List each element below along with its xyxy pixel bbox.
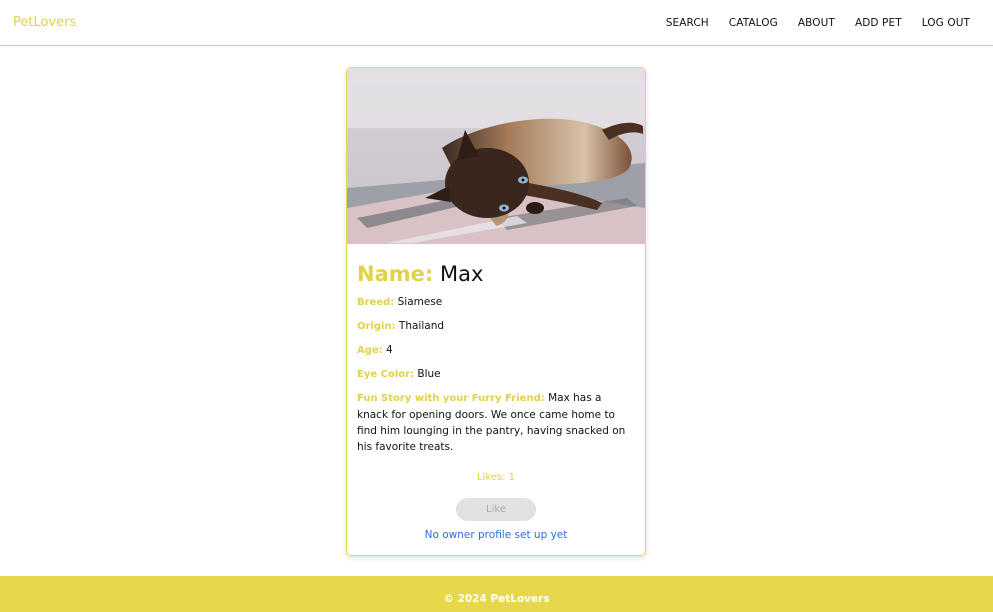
nav-search-link[interactable]: SEARCH bbox=[666, 17, 709, 29]
name-value: Max bbox=[439, 262, 484, 286]
fun-story-field: Fun Story with your Furry Friend: Max ha… bbox=[357, 390, 635, 455]
age-field: Age: 4 bbox=[357, 342, 635, 359]
eye-color-label: Eye Color: bbox=[357, 369, 415, 380]
breed-label: Breed: bbox=[357, 297, 395, 308]
cat-photo-image bbox=[347, 68, 645, 243]
brand-logo[interactable]: PetLovers bbox=[13, 15, 76, 30]
fun-story-label: Fun Story with your Furry Friend: bbox=[357, 393, 545, 404]
pet-card: Name: Max Breed: Siamese Origin: Thailan… bbox=[346, 67, 646, 556]
breed-value: Siamese bbox=[397, 296, 443, 308]
pet-photo bbox=[347, 68, 645, 244]
like-button[interactable]: Like bbox=[456, 498, 536, 521]
age-label: Age: bbox=[357, 345, 383, 356]
nav-logout-link[interactable]: LOG OUT bbox=[922, 17, 970, 29]
origin-label: Origin: bbox=[357, 321, 396, 332]
pet-name-heading: Name: Max bbox=[357, 260, 635, 288]
origin-value: Thailand bbox=[398, 320, 445, 332]
footer: © 2024 PetLovers bbox=[0, 576, 993, 612]
eye-color-value: Blue bbox=[417, 368, 441, 380]
eye-color-field: Eye Color: Blue bbox=[357, 366, 635, 383]
nav-add-pet-link[interactable]: ADD PET bbox=[855, 17, 902, 29]
navbar: PetLovers SEARCH CATALOG ABOUT ADD PET L… bbox=[0, 0, 993, 46]
age-value: 4 bbox=[386, 344, 393, 356]
footer-copyright: © 2024 PetLovers bbox=[443, 593, 550, 605]
likes-count: Likes: 1 bbox=[476, 472, 516, 483]
owner-profile-link[interactable]: No owner profile set up yet bbox=[347, 529, 645, 541]
breed-field: Breed: Siamese bbox=[357, 294, 635, 311]
pet-details: Name: Max Breed: Siamese Origin: Thailan… bbox=[347, 260, 645, 455]
nav-catalog-link[interactable]: CATALOG bbox=[729, 17, 778, 29]
nav-about-link[interactable]: ABOUT bbox=[798, 17, 835, 29]
nav-links: SEARCH CATALOG ABOUT ADD PET LOG OUT bbox=[666, 17, 970, 29]
name-label: Name: bbox=[357, 262, 434, 286]
origin-field: Origin: Thailand bbox=[357, 318, 635, 335]
